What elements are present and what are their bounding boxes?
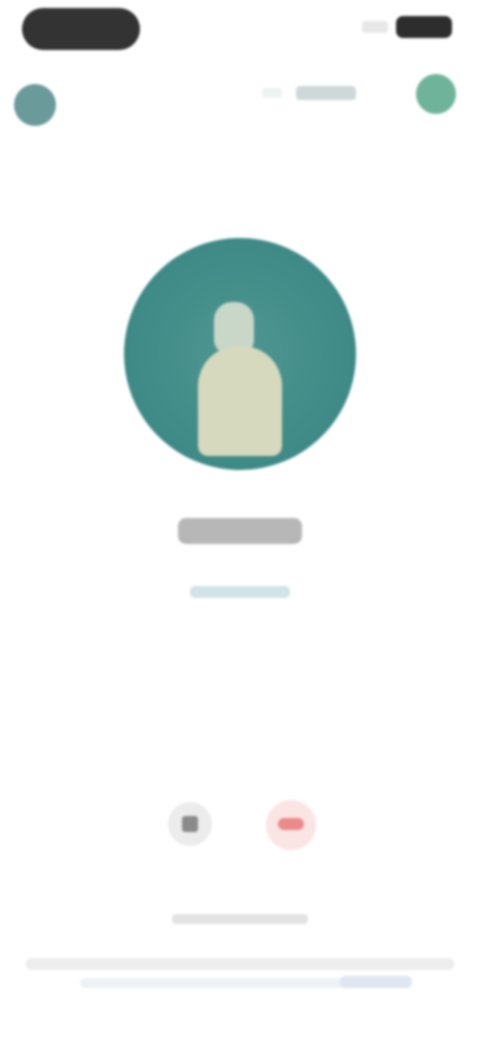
signal-icon [362,21,388,33]
contact-illustration [124,238,356,470]
contact-name [178,518,302,544]
footer-caption [172,914,308,924]
figure-illustration [198,302,282,456]
topbar-link-icon [262,88,282,98]
mute-icon [182,816,198,832]
topbar-link-label [296,86,356,100]
battery-icon [396,16,452,38]
end-call-button[interactable] [266,800,316,850]
profile-avatar-button[interactable] [14,84,56,126]
status-indicators [362,16,452,38]
contact-subtitle [190,586,290,598]
screen [0,0,480,1040]
footer-disclaimer [26,958,454,970]
mute-button[interactable] [168,802,212,846]
end-call-icon [278,818,304,830]
status-time-pill [22,8,140,50]
topbar-link[interactable] [262,86,356,100]
menu-icon[interactable] [416,74,456,114]
figure-body [198,346,282,456]
footer-link[interactable] [340,976,412,988]
